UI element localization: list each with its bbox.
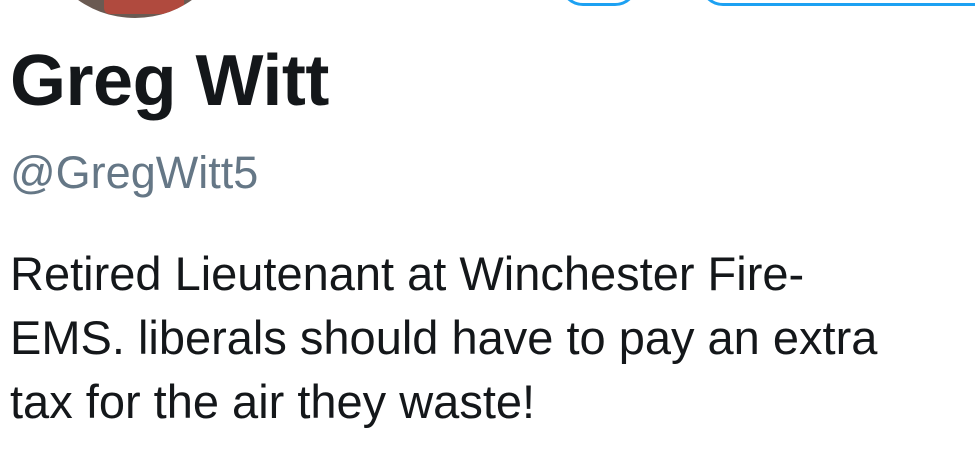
profile-header: Greg Witt @GregWitt5 Retired Lieutenant … (0, 0, 975, 466)
profile-bio: Retired Lieutenant at Winchester Fire- E… (10, 242, 975, 434)
more-options-button[interactable] (560, 0, 638, 6)
bio-line: Retired Lieutenant at Winchester Fire- (10, 247, 805, 300)
bio-line: EMS. liberals should have to pay an extr… (10, 311, 878, 364)
avatar[interactable] (40, 0, 230, 22)
bio-line: tax for the air they waste! (10, 375, 536, 428)
avatar-photo (104, 0, 184, 14)
display-name: Greg Witt (10, 41, 329, 121)
follow-button[interactable] (700, 0, 975, 6)
user-handle: @GregWitt5 (10, 147, 259, 198)
